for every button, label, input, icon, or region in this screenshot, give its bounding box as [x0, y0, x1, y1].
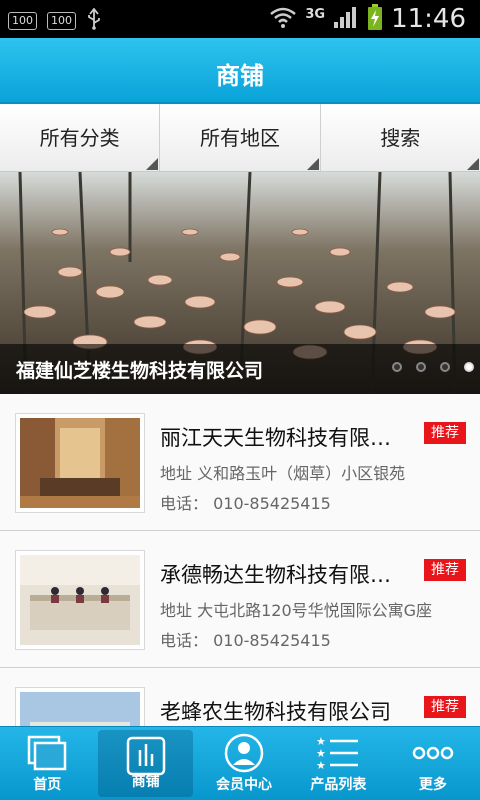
shop-thumbnail	[16, 688, 144, 726]
carousel-dot[interactable]	[440, 362, 450, 372]
shop-list: 丽江天天生物科技有限公司 推荐 地址 义和路玉叶（烟草）小区银苑 电话： 010…	[0, 394, 480, 726]
nav-more-label: 更多	[418, 777, 447, 793]
status-badge: 100	[47, 12, 76, 30]
shop-list-item[interactable]: 丽江天天生物科技有限公司 推荐 地址 义和路玉叶（烟草）小区银苑 电话： 010…	[0, 394, 480, 531]
signal-icon	[333, 6, 359, 32]
carousel-dot[interactable]	[392, 362, 402, 372]
usb-icon	[86, 7, 102, 34]
page-title: 商铺	[216, 62, 264, 90]
bottom-nav: 首页 商铺 会员中心 ★ ★ ★ 产品列表 更多	[0, 726, 480, 800]
shop-list-item[interactable]: 承德畅达生物科技有限公司 推荐 地址 大屯北路120号华悦国际公寓G座 电话： …	[0, 531, 480, 668]
banner-carousel[interactable]: 福建仙芝楼生物科技有限公司	[0, 172, 480, 394]
nav-shop-label: 商铺	[131, 774, 160, 790]
svg-text:★: ★	[316, 759, 326, 772]
filter-category-label: 所有分类	[39, 126, 120, 150]
banner-caption-bar: 福建仙芝楼生物科技有限公司	[0, 344, 480, 394]
filter-search[interactable]: 搜索	[321, 104, 480, 171]
recommend-badge: 推荐	[424, 559, 466, 581]
shop-thumbnail	[16, 551, 144, 649]
status-bar: 100 100 3G 11:46	[0, 0, 480, 38]
home-icon	[25, 733, 69, 777]
status-left: 100 100	[8, 7, 102, 34]
dropdown-corner-icon	[306, 158, 319, 170]
filter-bar: 所有分类 所有地区 搜索	[0, 104, 480, 172]
nav-member-label: 会员中心	[216, 777, 273, 793]
shop-phone: 电话： 010-85425415	[160, 494, 331, 513]
filter-region[interactable]: 所有地区	[160, 104, 321, 171]
shop-name: 老蜂农生物科技有限公司	[160, 700, 391, 724]
filter-region-label: 所有地区	[199, 126, 280, 150]
recommend-badge: 推荐	[424, 422, 466, 444]
shop-list-item[interactable]: 老蜂农生物科技有限公司 推荐	[0, 668, 480, 726]
nav-home[interactable]: 首页	[0, 727, 94, 800]
carousel-dots	[392, 362, 474, 372]
more-icon	[411, 733, 455, 777]
wifi-icon	[269, 6, 297, 32]
nav-home-label: 首页	[33, 777, 62, 793]
filter-search-label: 搜索	[380, 126, 421, 150]
network-type: 3G	[305, 6, 326, 22]
nav-product-list[interactable]: ★ ★ ★ 产品列表	[291, 727, 385, 800]
shop-address: 地址 义和路玉叶（烟草）小区银苑	[160, 464, 406, 483]
product-list-icon: ★ ★ ★	[316, 733, 360, 777]
dropdown-corner-icon	[146, 158, 159, 170]
shop-phone: 电话： 010-85425415	[160, 631, 331, 650]
recommend-badge: 推荐	[424, 696, 466, 718]
status-badge: 100	[8, 12, 37, 30]
nav-member-center[interactable]: 会员中心	[197, 727, 291, 800]
shop-name: 承德畅达生物科技有限公司	[160, 563, 410, 587]
member-icon	[222, 733, 266, 777]
carousel-dot[interactable]	[416, 362, 426, 372]
carousel-dot-active[interactable]	[464, 362, 474, 372]
status-time: 11:46	[391, 4, 466, 34]
shop-address: 地址 大屯北路120号华悦国际公寓G座	[160, 601, 433, 620]
shop-thumbnail	[16, 414, 144, 512]
filter-category[interactable]: 所有分类	[0, 104, 161, 171]
shop-name: 丽江天天生物科技有限公司	[160, 426, 410, 450]
banner-caption: 福建仙芝楼生物科技有限公司	[16, 360, 264, 382]
status-right: 3G 11:46	[269, 4, 466, 34]
title-bar: 商铺	[0, 38, 480, 104]
dropdown-corner-icon	[466, 158, 479, 170]
nav-more[interactable]: 更多	[386, 727, 480, 800]
battery-icon	[367, 4, 383, 34]
nav-shop[interactable]: 商铺	[98, 730, 193, 797]
nav-product-list-label: 产品列表	[310, 777, 367, 793]
